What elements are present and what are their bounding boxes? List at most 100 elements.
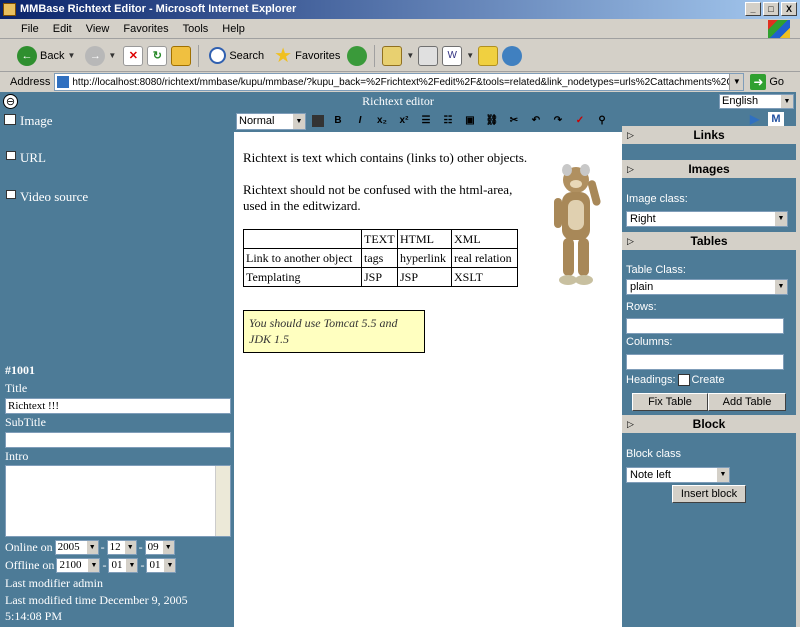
messenger-icon[interactable] (502, 45, 523, 66)
search-label: Search (229, 49, 265, 62)
minimize-button[interactable]: _ (745, 2, 761, 16)
add-table-button[interactable]: Add Table (708, 393, 786, 411)
print-icon[interactable] (418, 45, 439, 66)
insert-block-button[interactable]: Insert block (672, 485, 746, 503)
fix-table-button[interactable]: Fix Table (632, 393, 708, 411)
spellcheck-icon[interactable]: ✓ (572, 113, 588, 129)
insert-link-icon[interactable]: ⛓ (484, 113, 500, 129)
close-button[interactable]: X (781, 2, 797, 16)
forward-dropdown-icon[interactable]: ▼ (108, 51, 116, 60)
edit-word-icon[interactable]: W (442, 45, 463, 66)
toolbar-separator (198, 44, 200, 67)
expand-triangle-icon: ▷ (627, 419, 634, 429)
undo-icon[interactable]: ↶ (528, 113, 544, 129)
page-scrollbar[interactable] (796, 92, 800, 627)
back-circle-icon[interactable]: ⊖ (3, 94, 18, 109)
link-icon (6, 151, 16, 160)
offline-day-select[interactable]: 01 ▼ (146, 558, 177, 573)
rows-input[interactable] (626, 318, 784, 334)
stop-icon[interactable]: ✕ (123, 45, 144, 66)
last-modifier: Last modifier admin (5, 576, 103, 590)
block-title: Block (692, 417, 726, 431)
menu-edit[interactable]: Edit (46, 23, 79, 35)
refresh-icon[interactable]: ↻ (147, 45, 168, 66)
superscript-button[interactable]: x² (396, 113, 412, 129)
subscript-button[interactable]: x₂ (374, 113, 390, 129)
menu-file[interactable]: File (14, 23, 46, 35)
media-icon[interactable] (347, 45, 368, 66)
cougar-mascot-image (554, 164, 601, 285)
zoom-icon[interactable]: ⚲ (594, 113, 610, 129)
save-icon[interactable] (312, 115, 324, 127)
block-section-header[interactable]: ▷ Block (622, 415, 796, 433)
unordered-list-icon[interactable]: ☷ (440, 113, 456, 129)
intro-scrollbar[interactable] (215, 466, 230, 536)
expand-triangle-icon: ▷ (627, 164, 634, 174)
table-cell: TEXT (361, 229, 398, 249)
mail-icon[interactable] (382, 45, 403, 66)
redo-icon[interactable]: ↷ (550, 113, 566, 129)
paragraph-style-select[interactable]: Normal ▼ (236, 112, 306, 130)
columns-input[interactable] (626, 354, 784, 370)
italic-button[interactable]: I (352, 113, 368, 129)
offline-month-select[interactable]: 01 ▼ (108, 558, 139, 573)
forward-button[interactable]: → ▼ (82, 44, 119, 68)
table-class-select[interactable]: plain ▼ (626, 279, 788, 295)
nav-item-video-source[interactable]: Video source (6, 189, 88, 205)
maximize-button[interactable]: □ (763, 2, 779, 16)
menu-tools[interactable]: Tools (176, 23, 216, 35)
favorites-button[interactable]: ★ Favorites (271, 44, 343, 68)
block-class-select[interactable]: Note left ▼ (626, 467, 730, 483)
title-label: Title (5, 381, 28, 395)
table-cell: HTML (397, 229, 452, 249)
offline-label: Offline on (5, 558, 55, 572)
edit-dropdown-icon[interactable]: ▼ (466, 51, 474, 60)
mail-dropdown-icon[interactable]: ▼ (406, 51, 414, 60)
mmbase-logo-icon: M (768, 112, 784, 126)
address-input[interactable]: http://localhost:8080/richtext/mmbase/ku… (54, 73, 745, 91)
home-icon[interactable] (171, 45, 192, 66)
language-select[interactable]: English ▼ (719, 94, 794, 109)
images-section-header[interactable]: ▷ Images (622, 160, 796, 178)
online-month-select[interactable]: 12 ▼ (106, 540, 137, 555)
intro-textarea[interactable] (5, 465, 231, 537)
back-label: Back (40, 49, 65, 62)
search-button[interactable]: Search (206, 45, 267, 66)
menu-favorites[interactable]: Favorites (116, 23, 175, 35)
nav-item-image[interactable]: Image (4, 113, 52, 129)
image-class-select[interactable]: Right ▼ (626, 211, 788, 227)
editor-toolbar: Normal ▼ B I x₂ x² ☰ ☷ ▣ ⛓ ✂ ↶ ↷ ✓ ⚲ (234, 110, 622, 132)
richtext-editor[interactable]: Richtext is text which contains (links t… (234, 132, 622, 627)
table-cell: JSP (361, 267, 398, 287)
address-url[interactable]: http://localhost:8080/richtext/mmbase/ku… (72, 77, 729, 88)
headings-checkbox[interactable] (677, 374, 690, 386)
window-title: MMBase Richtext Editor - Microsoft Inter… (20, 3, 297, 15)
online-label: Online on (5, 540, 53, 554)
panel-logos: ▶ M (750, 112, 784, 126)
image-class-label: Image class: (626, 193, 688, 205)
subtitle-input[interactable] (5, 432, 231, 448)
menu-help[interactable]: Help (215, 23, 252, 35)
bold-button[interactable]: B (330, 113, 346, 129)
discuss-icon[interactable] (478, 45, 499, 66)
ordered-list-icon[interactable]: ☰ (418, 113, 434, 129)
go-button[interactable]: ➜ Go (750, 74, 784, 90)
title-input[interactable]: Richtext !!! (5, 398, 231, 414)
table-cell: XML (451, 229, 518, 249)
back-button[interactable]: ← Back ▼ (14, 44, 78, 68)
offline-year-select[interactable]: 2100 ▼ (56, 558, 101, 573)
menu-view[interactable]: View (79, 23, 117, 35)
back-arrow-icon: ← (17, 45, 37, 66)
insert-image-icon[interactable]: ▣ (462, 113, 478, 129)
block-class-value: Note left (630, 469, 671, 481)
online-day-select[interactable]: 09 ▼ (144, 540, 175, 555)
links-section-header[interactable]: ▷ Links (622, 126, 796, 144)
go-label: Go (769, 76, 785, 88)
tables-section-header[interactable]: ▷ Tables (622, 232, 796, 250)
online-year-select[interactable]: 2005 ▼ (54, 540, 99, 555)
back-dropdown-icon[interactable]: ▼ (67, 51, 75, 60)
nav-item-url[interactable]: URL (6, 150, 46, 166)
address-dropdown-icon[interactable]: ▼ (729, 74, 744, 90)
chevron-down-icon: ▼ (781, 95, 793, 108)
remove-link-icon[interactable]: ✂ (506, 113, 522, 129)
